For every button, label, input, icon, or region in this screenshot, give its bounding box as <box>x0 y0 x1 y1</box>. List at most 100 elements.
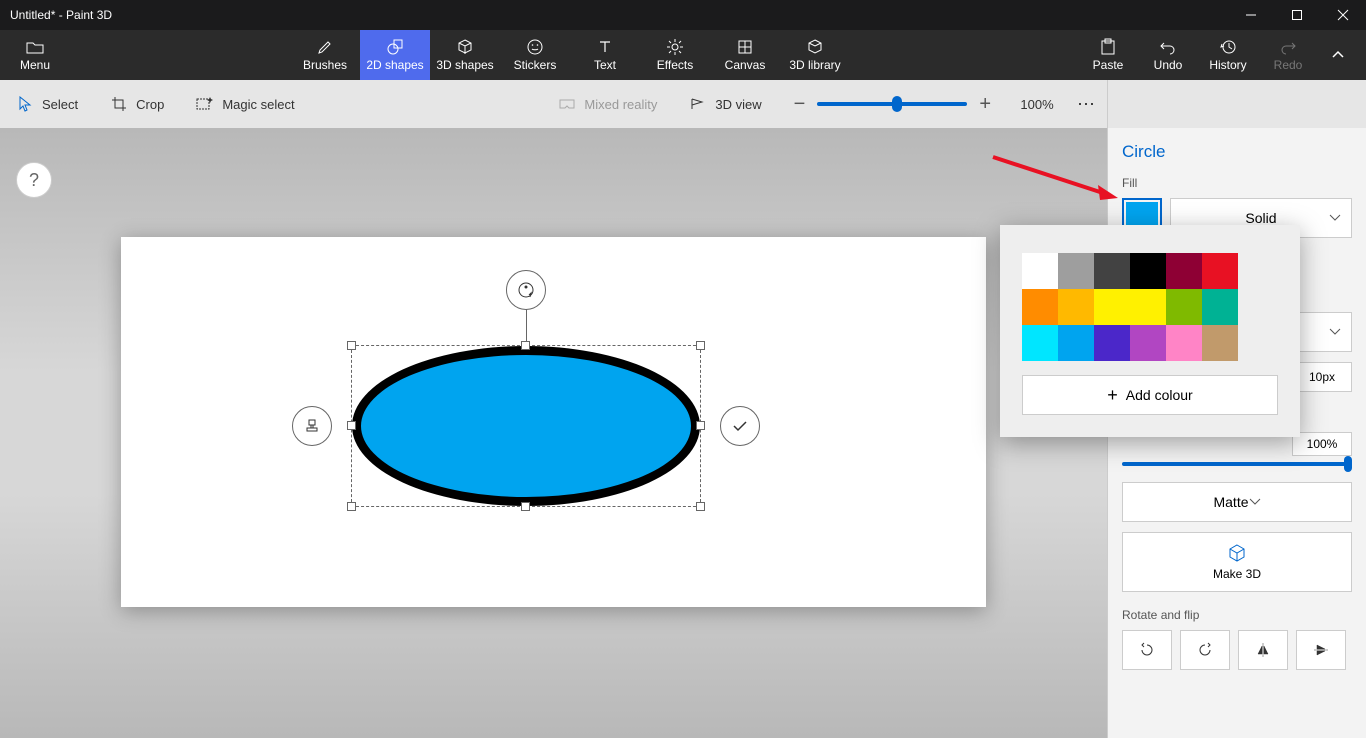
palette-color[interactable] <box>1166 289 1202 325</box>
fill-label: Fill <box>1122 176 1352 190</box>
palette-color[interactable] <box>1022 325 1058 361</box>
mixed-reality-icon <box>558 95 576 113</box>
magic-select-tool[interactable]: Magic select <box>180 80 310 128</box>
resize-handle-bl[interactable] <box>347 502 356 511</box>
palette-color[interactable] <box>1130 253 1166 289</box>
select-tool[interactable]: Select <box>0 80 94 128</box>
resize-handle-tl[interactable] <box>347 341 356 350</box>
paste-icon <box>1099 38 1117 56</box>
material-dropdown[interactable]: Matte <box>1122 482 1352 522</box>
flip-vertical-button[interactable] <box>1296 630 1346 670</box>
tab-3d-library[interactable]: 3D library <box>780 30 850 80</box>
opacity-input[interactable]: 100% <box>1292 432 1352 456</box>
folder-icon <box>26 38 44 56</box>
color-palette <box>1022 253 1278 361</box>
shapes-2d-icon <box>386 38 404 56</box>
chevron-down-icon <box>1329 328 1341 336</box>
tab-stickers[interactable]: Stickers <box>500 30 570 80</box>
ribbon-right: Paste Undo History Redo <box>1078 30 1366 80</box>
ribbon: Menu Brushes 2D shapes 3D shapes Sticker… <box>0 30 1366 80</box>
palette-color[interactable] <box>1202 289 1238 325</box>
resize-handle-ml[interactable] <box>347 421 356 430</box>
chevron-down-icon <box>1249 498 1261 506</box>
minimize-button[interactable] <box>1228 0 1274 30</box>
selection-box[interactable] <box>351 345 701 507</box>
commit-button[interactable] <box>720 406 760 446</box>
flip-horizontal-button[interactable] <box>1238 630 1288 670</box>
palette-color[interactable] <box>1202 253 1238 289</box>
history-icon <box>1219 38 1237 56</box>
undo-icon <box>1159 38 1177 56</box>
paste-button[interactable]: Paste <box>1078 38 1138 72</box>
ribbon-tabs: Brushes 2D shapes 3D shapes Stickers Tex… <box>290 30 850 80</box>
palette-color[interactable] <box>1058 253 1094 289</box>
zoom-in-button[interactable]: + <box>979 93 991 116</box>
annotation-arrow <box>988 145 1118 205</box>
palette-color[interactable] <box>1202 325 1238 361</box>
shapes-3d-icon <box>456 38 474 56</box>
title-bar: Untitled* - Paint 3D <box>0 0 1366 30</box>
3d-view-button[interactable]: 3D view <box>673 80 777 128</box>
zoom-slider[interactable] <box>817 102 967 106</box>
tab-3d-shapes[interactable]: 3D shapes <box>430 30 500 80</box>
help-button[interactable]: ? <box>16 162 52 198</box>
redo-icon <box>1279 38 1297 56</box>
tab-text[interactable]: Text <box>570 30 640 80</box>
color-picker-popup: + Add colour <box>1000 225 1300 437</box>
undo-button[interactable]: Undo <box>1138 38 1198 72</box>
palette-color[interactable] <box>1166 253 1202 289</box>
canvas[interactable] <box>121 237 986 607</box>
rotate-right-button[interactable] <box>1180 630 1230 670</box>
tab-brushes[interactable]: Brushes <box>290 30 360 80</box>
palette-color[interactable] <box>1022 289 1058 325</box>
rotate-line <box>526 309 527 341</box>
palette-color[interactable] <box>1094 325 1130 361</box>
tab-canvas[interactable]: Canvas <box>710 30 780 80</box>
tab-effects[interactable]: Effects <box>640 30 710 80</box>
crop-tool[interactable]: Crop <box>94 80 180 128</box>
stamp-button[interactable] <box>292 406 332 446</box>
zoom-percent[interactable]: 100% <box>1007 97 1067 112</box>
add-colour-button[interactable]: + Add colour <box>1022 375 1278 415</box>
palette-color[interactable] <box>1058 289 1094 325</box>
effects-icon <box>666 38 684 56</box>
redo-button: Redo <box>1258 38 1318 72</box>
canvas-area: ? <box>0 128 1107 738</box>
palette-color[interactable] <box>1166 325 1202 361</box>
make-3d-button[interactable]: Make 3D <box>1122 532 1352 592</box>
resize-handle-tr[interactable] <box>696 341 705 350</box>
zoom-out-button[interactable]: − <box>794 93 806 116</box>
history-button[interactable]: History <box>1198 38 1258 72</box>
palette-color[interactable] <box>1094 253 1130 289</box>
more-button[interactable]: ⋯ <box>1067 94 1107 115</box>
resize-handle-tm[interactable] <box>521 341 530 350</box>
palette-color[interactable] <box>1022 253 1058 289</box>
maximize-button[interactable] <box>1274 0 1320 30</box>
rotate-flip-label: Rotate and flip <box>1122 608 1352 622</box>
opacity-slider[interactable] <box>1122 462 1352 466</box>
palette-color[interactable] <box>1058 325 1094 361</box>
palette-color[interactable] <box>1130 289 1166 325</box>
canvas-icon <box>736 38 754 56</box>
menu-button[interactable]: Menu <box>0 30 70 80</box>
close-button[interactable] <box>1320 0 1366 30</box>
rotate-button[interactable] <box>506 270 546 310</box>
stickers-icon <box>526 38 544 56</box>
magic-select-icon <box>196 95 214 113</box>
tab-2d-shapes[interactable]: 2D shapes <box>360 30 430 80</box>
mixed-reality-button: Mixed reality <box>542 80 673 128</box>
thickness-input[interactable]: 10px <box>1292 362 1352 392</box>
palette-color[interactable] <box>1094 289 1130 325</box>
text-icon <box>596 38 614 56</box>
palette-color[interactable] <box>1130 325 1166 361</box>
expand-panel-button[interactable] <box>1318 48 1358 62</box>
flag-icon <box>689 95 707 113</box>
resize-handle-bm[interactable] <box>521 502 530 511</box>
crop-icon <box>110 95 128 113</box>
resize-handle-br[interactable] <box>696 502 705 511</box>
zoom-controls: − + <box>778 93 1007 116</box>
ellipse-shape[interactable] <box>352 346 700 506</box>
cube-icon <box>1227 543 1247 563</box>
resize-handle-mr[interactable] <box>696 421 705 430</box>
rotate-left-button[interactable] <box>1122 630 1172 670</box>
